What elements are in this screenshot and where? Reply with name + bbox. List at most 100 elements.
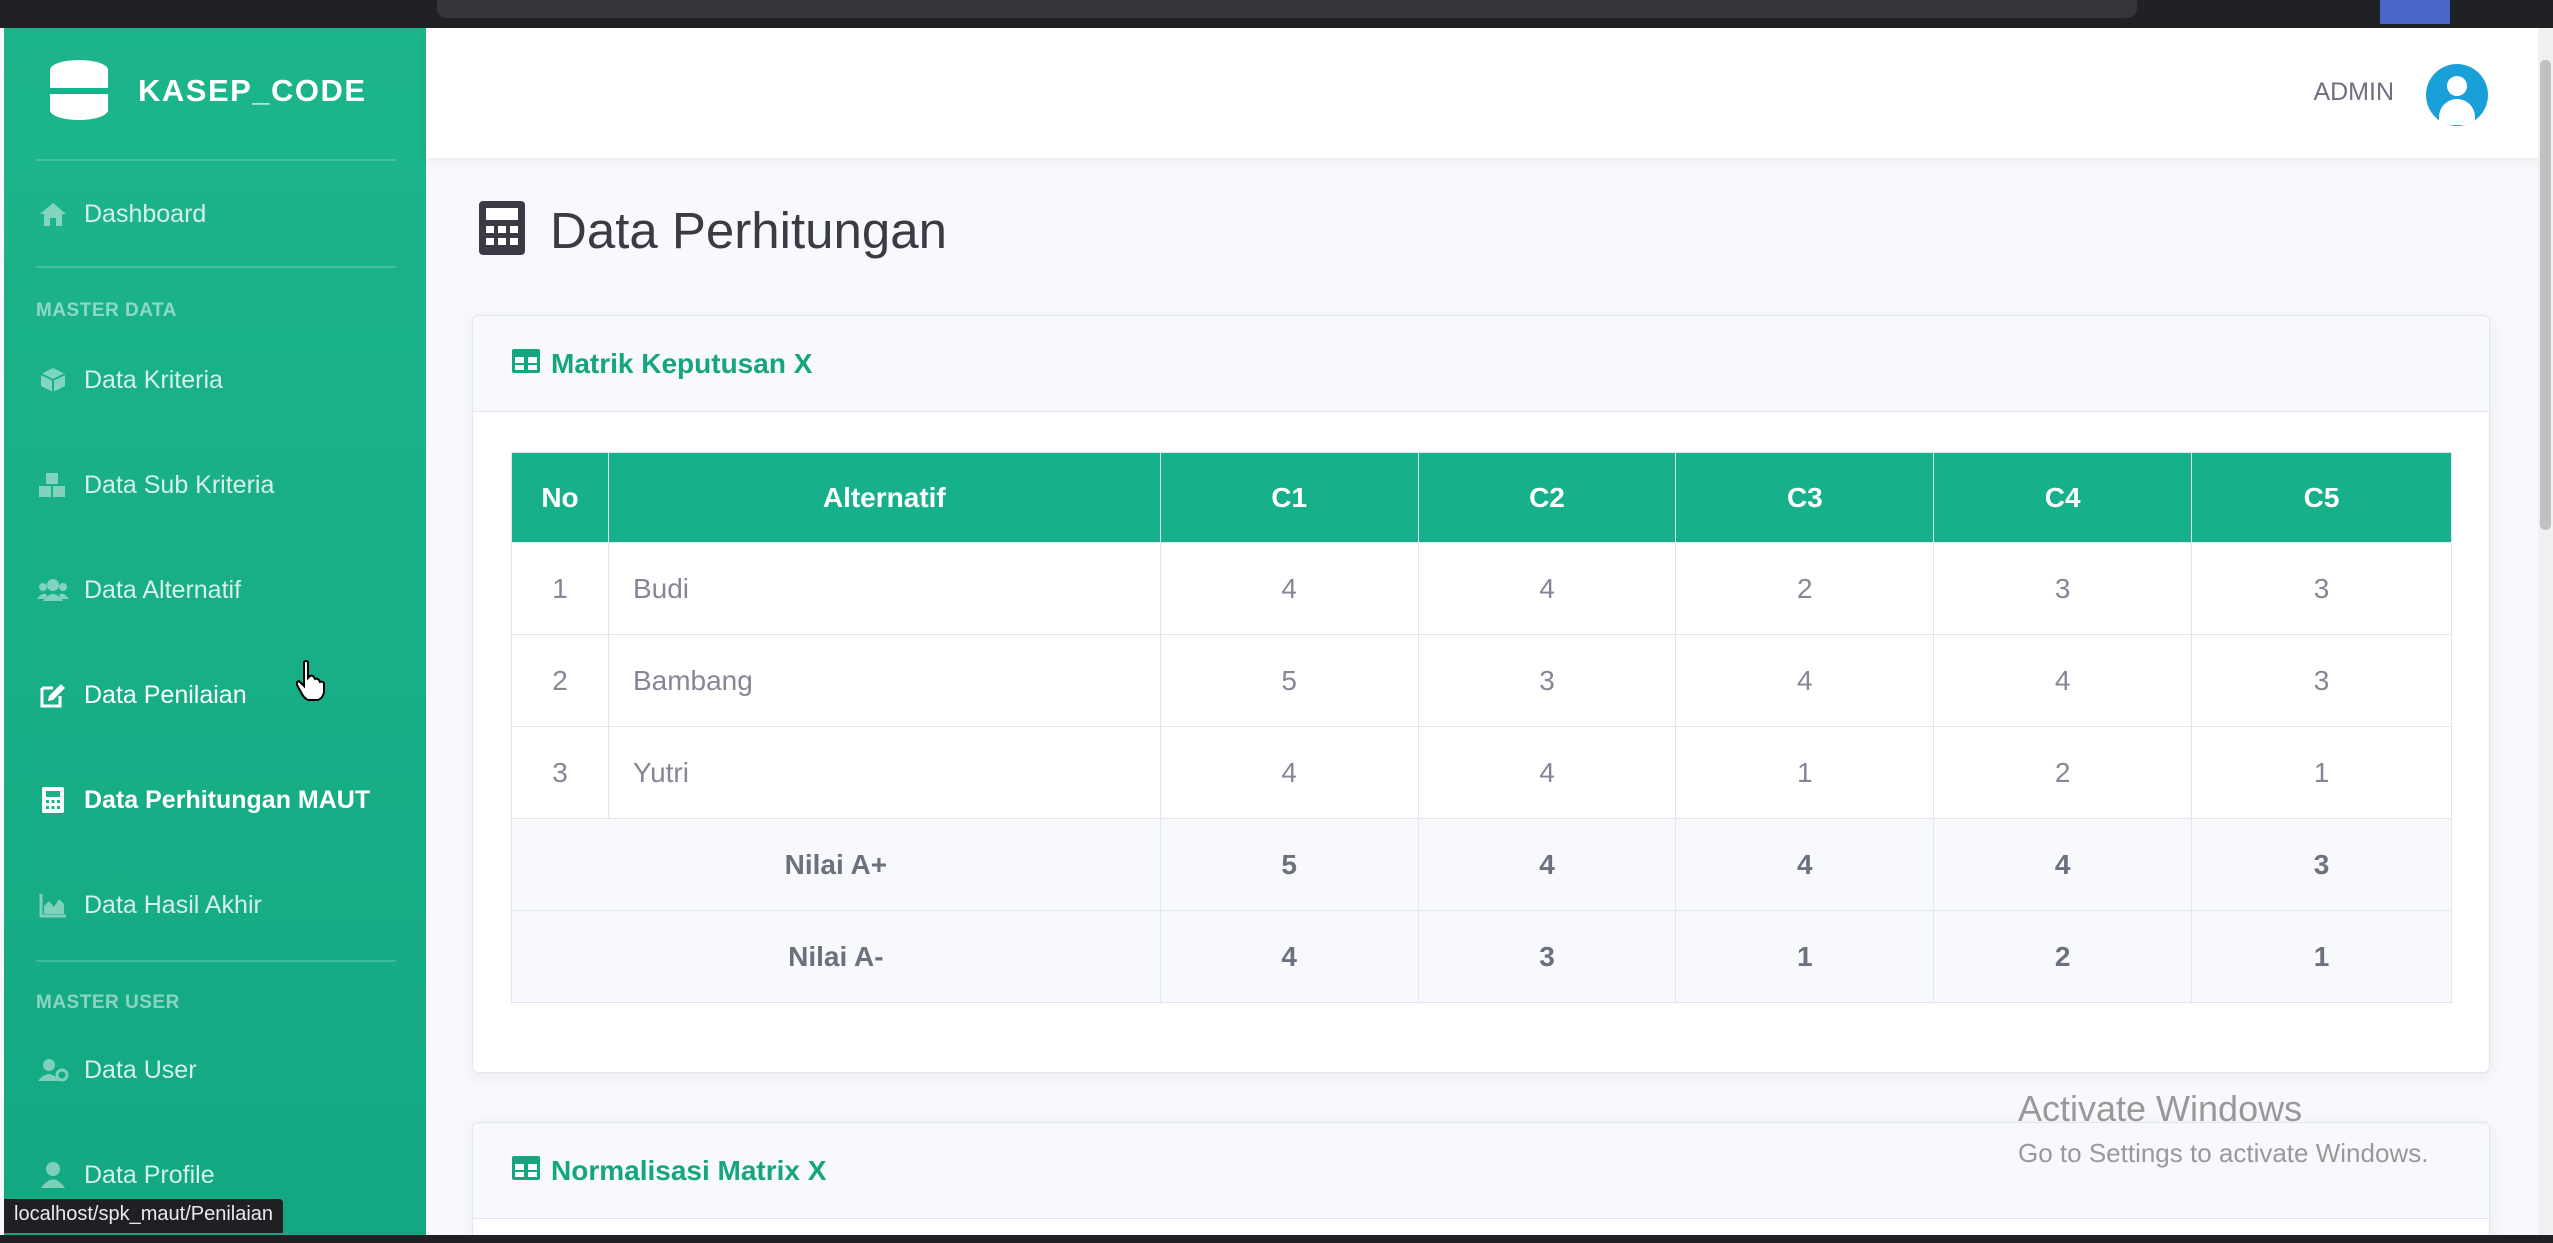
watermark-line2: Go to Settings to activate Windows. [2018,1138,2429,1168]
home-icon [36,199,70,229]
cell-value: 1 [2191,726,2452,819]
column-header: C4 [1933,452,2193,543]
sidebar-item-label: Data User [84,1055,197,1084]
sidebar-item-label: Dashboard [84,199,207,228]
cell-value: 4 [1933,818,2193,911]
sidebar-item-data-perhitungan-maut[interactable]: Data Perhitungan MAUT [36,778,370,822]
avatar[interactable] [2426,64,2488,126]
cell-value: 3 [2191,542,2452,635]
scrollbar-thumb[interactable] [2540,60,2551,530]
sidebar-item-data-hasil-akhir[interactable]: Data Hasil Akhir [36,883,262,927]
cell-value: 4 [1417,818,1677,911]
summary-label: Nilai A+ [511,818,1161,911]
browser-top-bar [0,0,2553,28]
sidebar-item-label: Data Hasil Akhir [84,890,262,919]
sidebar-item-data-penilaian[interactable]: Data Penilaian [36,673,247,717]
cell-value: 4 [1675,634,1935,727]
users-cog-icon [36,1055,70,1085]
sidebar-item-dashboard[interactable]: Dashboard [36,192,206,236]
status-bar-url: localhost/spk_maut/Penilaian [4,1199,284,1233]
table-header-row: No Alternatif C1 C2 C3 C4 C5 [511,452,2452,543]
page-title: Data Perhitungan [478,200,947,261]
sidebar-item-label: Data Profile [84,1160,215,1189]
user-name[interactable]: ADMIN [2313,78,2394,107]
matrix-card: Matrik Keputusan X No Alternatif C1 C2 C… [472,315,2490,1073]
row-number: 1 [511,542,609,635]
table-row-max: Nilai A+ 5 4 4 4 3 [511,818,2452,911]
cell-value: 4 [1933,634,2193,727]
column-header: C3 [1675,452,1935,543]
cell-value: 3 [1933,542,2193,635]
cell-value: 4 [1159,910,1419,1003]
cell-value: 1 [1675,910,1935,1003]
sidebar-item-data-sub-kriteria[interactable]: Data Sub Kriteria [36,463,274,507]
sidebar: KASEP_CODE Dashboard MASTER DATA Data Kr… [4,28,426,1235]
sidebar-item-label: Data Alternatif [84,575,242,604]
taskbar [0,1235,2553,1243]
address-bar[interactable] [437,0,2137,18]
cell-value: 3 [2191,818,2452,911]
cell-value: 2 [1675,542,1935,635]
table-row: 1 Budi 4 4 2 3 3 [511,542,2452,635]
alternative-name: Bambang [607,634,1161,727]
cell-value: 5 [1159,634,1419,727]
cell-value: 4 [1675,818,1935,911]
cell-value: 4 [1159,542,1419,635]
sidebar-item-label: Data Sub Kriteria [84,470,275,499]
column-header: Alternatif [607,452,1161,543]
cell-value: 3 [2191,634,2452,727]
topbar: ADMIN [426,28,2544,158]
hand-cursor-icon [295,660,326,707]
table-row: 2 Bambang 5 3 4 4 3 [511,634,2452,727]
decision-matrix-table: No Alternatif C1 C2 C3 C4 C5 1 Budi 4 4 … [511,452,2452,1003]
sidebar-item-label: Data Perhitungan MAUT [84,785,371,814]
sidebar-divider [36,960,396,962]
edit-icon [36,680,70,710]
windows-activation-watermark: Activate Windows Go to Settings to activ… [2018,1088,2428,1169]
sidebar-item-label: Data Kriteria [84,365,223,394]
table-icon [511,348,541,379]
row-number: 3 [511,726,609,819]
alternative-name: Yutri [607,726,1161,819]
column-header: C1 [1159,452,1419,543]
sidebar-divider [36,266,396,268]
cell-value: 4 [1159,726,1419,819]
cell-value: 4 [1417,542,1677,635]
table-row: 3 Yutri 4 4 1 2 1 [511,726,2452,819]
card-title: Matrik Keputusan X [551,347,813,379]
brand[interactable]: KASEP_CODE [44,56,367,126]
sidebar-heading-master-data: MASTER DATA [36,300,177,321]
summary-label: Nilai A- [511,910,1161,1003]
cell-value: 3 [1417,634,1677,727]
cube-icon [36,365,70,395]
alternative-name: Budi [607,542,1161,635]
cell-value: 1 [2191,910,2452,1003]
cubes-icon [36,470,70,500]
extension-icon[interactable] [2380,0,2450,24]
cell-value: 5 [1159,818,1419,911]
user-icon [36,1160,70,1190]
card-title: Normalisasi Matrix X [551,1154,827,1186]
sidebar-item-data-kriteria[interactable]: Data Kriteria [36,358,223,402]
column-header: C5 [2191,452,2452,543]
table-icon [511,1155,541,1186]
sidebar-item-data-user[interactable]: Data User [36,1048,197,1092]
cell-value: 4 [1417,726,1677,819]
sidebar-item-data-profile[interactable]: Data Profile [36,1153,215,1197]
sidebar-item-data-alternatif[interactable]: Data Alternatif [36,568,241,612]
page-title-text: Data Perhitungan [550,202,947,259]
column-header: C2 [1417,452,1677,543]
cell-value: 2 [1933,726,2193,819]
card-header: Matrik Keputusan X [473,316,2489,412]
column-header: No [511,452,609,543]
database-icon [44,58,116,124]
chart-area-icon [36,890,70,920]
cell-value: 1 [1675,726,1935,819]
calculator-icon [36,785,70,815]
users-icon [36,575,70,605]
cell-value: 2 [1933,910,2193,1003]
sidebar-heading-master-user: MASTER USER [36,992,180,1013]
table-row-min: Nilai A- 4 3 1 2 1 [511,910,2452,1003]
sidebar-item-label: Data Penilaian [84,680,247,709]
calculator-icon [478,200,526,261]
